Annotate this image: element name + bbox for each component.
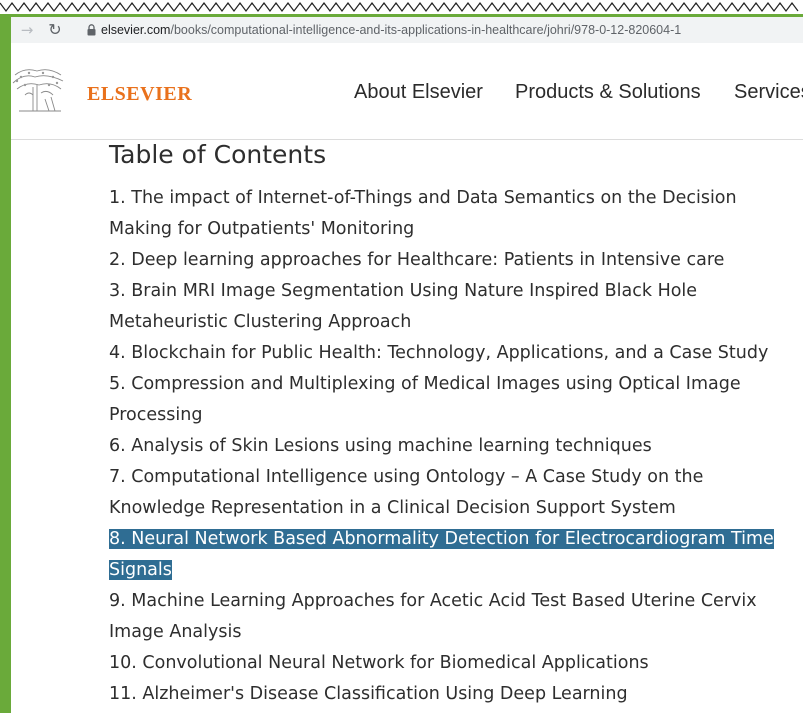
toc-chapter-line[interactable]: 1. The impact of Internet-of-Things and … bbox=[109, 183, 799, 214]
toc-chapter-line[interactable]: 4. Blockchain for Public Health: Technol… bbox=[109, 338, 799, 369]
selected-chapter-text: Signals bbox=[109, 560, 172, 580]
toc-chapter-line[interactable]: Metaheuristic Clustering Approach bbox=[109, 307, 799, 338]
chapter-text: 6. Analysis of Skin Lesions using machin… bbox=[109, 436, 652, 456]
chapter-text: 3. Brain MRI Image Segmentation Using Na… bbox=[109, 281, 698, 301]
frame-border-left bbox=[0, 12, 11, 713]
site-header: ELSEVIER About Elsevier Products & Solut… bbox=[11, 43, 803, 140]
forward-arrow-icon[interactable]: → bbox=[17, 20, 37, 40]
url-host: elsevier.com bbox=[101, 23, 171, 37]
toc-chapter-line[interactable]: Processing bbox=[109, 400, 799, 431]
elsevier-tree-logo[interactable] bbox=[11, 65, 65, 117]
chapter-text: Processing bbox=[109, 405, 203, 425]
chapter-text: 2. Deep learning approaches for Healthca… bbox=[109, 250, 725, 270]
nav-about-elsevier[interactable]: About Elsevier bbox=[354, 81, 483, 104]
chapter-text: Making for Outpatients' Monitoring bbox=[109, 219, 415, 239]
nav-products-solutions[interactable]: Products & Solutions bbox=[515, 81, 701, 104]
chapter-text: Knowledge Representation in a Clinical D… bbox=[109, 498, 676, 518]
chapter-text: 4. Blockchain for Public Health: Technol… bbox=[109, 343, 769, 363]
screenshot-frame: → ↻ elsevier.com/books/computational-int… bbox=[0, 0, 803, 713]
toc-chapter-line[interactable]: 8. Neural Network Based Abnormality Dete… bbox=[109, 524, 799, 555]
toc-chapter-line[interactable]: Signals bbox=[109, 555, 799, 586]
toc-chapter-line[interactable]: 11. Alzheimer's Disease Classification U… bbox=[109, 679, 799, 710]
toc-chapter-line[interactable]: Image Analysis bbox=[109, 617, 799, 648]
torn-paper-edge bbox=[0, 0, 803, 14]
url-path: /books/computational-intelligence-and-it… bbox=[170, 23, 682, 37]
chapter-text: 5. Compression and Multiplexing of Medic… bbox=[109, 374, 741, 394]
elsevier-brand[interactable]: ELSEVIER bbox=[87, 83, 192, 106]
chapter-text: 11. Alzheimer's Disease Classification U… bbox=[109, 684, 628, 704]
toc-chapter-line[interactable]: 6. Analysis of Skin Lesions using machin… bbox=[109, 431, 799, 462]
toc-chapter-line[interactable]: 7. Computational Intelligence using Onto… bbox=[109, 462, 799, 493]
toc-chapter-line[interactable]: 10. Convolutional Neural Network for Bio… bbox=[109, 648, 799, 679]
reload-icon[interactable]: ↻ bbox=[45, 20, 65, 40]
browser-address-bar: → ↻ elsevier.com/books/computational-int… bbox=[11, 17, 803, 43]
toc-chapter-line[interactable]: 3. Brain MRI Image Segmentation Using Na… bbox=[109, 276, 799, 307]
toc-chapter-line[interactable]: 5. Compression and Multiplexing of Medic… bbox=[109, 369, 799, 400]
toc-chapter-line[interactable]: 2. Deep learning approaches for Healthca… bbox=[109, 245, 799, 276]
chapter-text: 10. Convolutional Neural Network for Bio… bbox=[109, 653, 649, 673]
selected-chapter-text: 8. Neural Network Based Abnormality Dete… bbox=[109, 529, 774, 549]
toc-chapter-line[interactable]: Knowledge Representation in a Clinical D… bbox=[109, 493, 799, 524]
chapter-text: 7. Computational Intelligence using Onto… bbox=[109, 467, 704, 487]
table-of-contents-list: 1. The impact of Internet-of-Things and … bbox=[109, 183, 799, 710]
chapter-text: Image Analysis bbox=[109, 622, 242, 642]
chapter-text: 1. The impact of Internet-of-Things and … bbox=[109, 188, 737, 208]
page-title: Table of Contents bbox=[109, 140, 327, 169]
chapter-text: 9. Machine Learning Approaches for Aceti… bbox=[109, 591, 757, 611]
nav-services[interactable]: Services bbox=[734, 81, 803, 104]
lock-icon bbox=[87, 24, 96, 36]
toc-chapter-line[interactable]: 9. Machine Learning Approaches for Aceti… bbox=[109, 586, 799, 617]
chapter-text: Metaheuristic Clustering Approach bbox=[109, 312, 412, 332]
url-text: elsevier.com/books/computational-intelli… bbox=[101, 21, 681, 39]
toc-chapter-line[interactable]: Making for Outpatients' Monitoring bbox=[109, 214, 799, 245]
url-field[interactable]: elsevier.com/books/computational-intelli… bbox=[75, 19, 803, 41]
